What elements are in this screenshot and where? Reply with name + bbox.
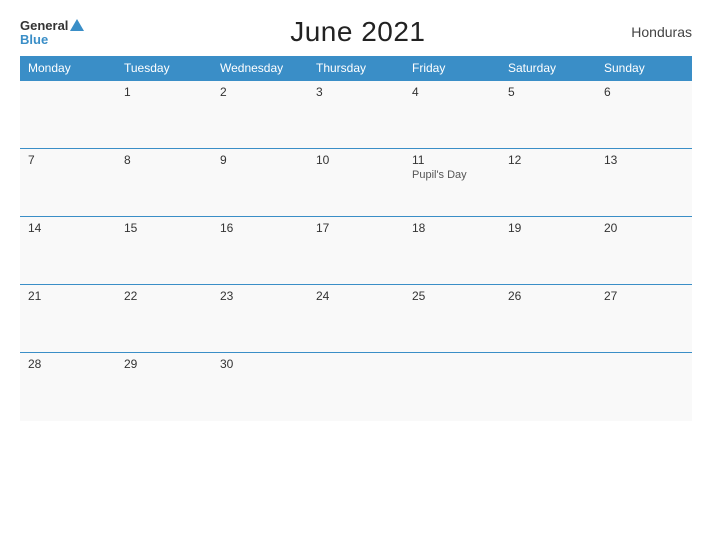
cell-date: 11	[412, 153, 492, 167]
day-header-thursday: Thursday	[308, 56, 404, 81]
calendar-cell: 12	[500, 149, 596, 217]
day-header-saturday: Saturday	[500, 56, 596, 81]
cell-date: 26	[508, 289, 588, 303]
cell-date: 27	[604, 289, 684, 303]
cell-date: 21	[28, 289, 108, 303]
calendar-cell: 15	[116, 217, 212, 285]
cell-date: 3	[316, 85, 396, 99]
calendar-cell: 7	[20, 149, 116, 217]
cell-date: 17	[316, 221, 396, 235]
cell-date: 28	[28, 357, 108, 371]
calendar-cell: 9	[212, 149, 308, 217]
day-header-friday: Friday	[404, 56, 500, 81]
calendar-cell	[308, 353, 404, 421]
calendar-cell: 11 Pupil's Day	[404, 149, 500, 217]
day-header-tuesday: Tuesday	[116, 56, 212, 81]
calendar-cell	[596, 353, 692, 421]
calendar-cell: 21	[20, 285, 116, 353]
cell-date: 14	[28, 221, 108, 235]
cell-date: 9	[220, 153, 300, 167]
cell-date: 22	[124, 289, 204, 303]
calendar-cell: 26	[500, 285, 596, 353]
calendar-cell	[404, 353, 500, 421]
calendar-cell: 8	[116, 149, 212, 217]
calendar-cell: 18	[404, 217, 500, 285]
day-header-monday: Monday	[20, 56, 116, 81]
cell-date: 6	[604, 85, 684, 99]
logo-triangle-icon	[70, 19, 84, 31]
cell-date: 20	[604, 221, 684, 235]
cell-date: 13	[604, 153, 684, 167]
cell-date: 15	[124, 221, 204, 235]
calendar-cell: 17	[308, 217, 404, 285]
cell-date: 29	[124, 357, 204, 371]
calendar-cell: 19	[500, 217, 596, 285]
cell-date: 18	[412, 221, 492, 235]
cell-date: 24	[316, 289, 396, 303]
calendar-cell: 13	[596, 149, 692, 217]
calendar-week-4: 21 22 23 24 25 26 27	[20, 285, 692, 353]
calendar-cell: 23	[212, 285, 308, 353]
calendar-cell: 22	[116, 285, 212, 353]
calendar-cell: 24	[308, 285, 404, 353]
calendar-header-row: MondayTuesdayWednesdayThursdayFridaySatu…	[20, 56, 692, 81]
cell-date: 8	[124, 153, 204, 167]
cell-date: 30	[220, 357, 300, 371]
calendar-cell: 1	[116, 81, 212, 149]
cell-date: 4	[412, 85, 492, 99]
cell-event: Pupil's Day	[412, 169, 492, 181]
logo: General Blue	[20, 19, 84, 46]
calendar-cell: 20	[596, 217, 692, 285]
calendar-week-1: 1 2 3 4 5 6	[20, 81, 692, 149]
calendar-cell: 28	[20, 353, 116, 421]
calendar-cell: 3	[308, 81, 404, 149]
day-header-wednesday: Wednesday	[212, 56, 308, 81]
cell-date: 1	[124, 85, 204, 99]
cell-date: 10	[316, 153, 396, 167]
calendar-cell: 5	[500, 81, 596, 149]
cell-date: 25	[412, 289, 492, 303]
cell-date: 19	[508, 221, 588, 235]
calendar-cell: 30	[212, 353, 308, 421]
calendar-cell: 16	[212, 217, 308, 285]
logo-blue-text: Blue	[20, 33, 48, 46]
cell-date: 5	[508, 85, 588, 99]
calendar-cell: 4	[404, 81, 500, 149]
calendar-cell: 6	[596, 81, 692, 149]
page-header: General Blue June 2021 Honduras	[20, 16, 692, 48]
cell-date: 2	[220, 85, 300, 99]
calendar-week-2: 7 8 9 10 11 Pupil's Day 12 13	[20, 149, 692, 217]
calendar-cell	[20, 81, 116, 149]
calendar-cell: 14	[20, 217, 116, 285]
calendar-table: MondayTuesdayWednesdayThursdayFridaySatu…	[20, 56, 692, 421]
calendar-week-5: 28 29 30	[20, 353, 692, 421]
calendar-cell: 2	[212, 81, 308, 149]
cell-date: 12	[508, 153, 588, 167]
cell-date: 16	[220, 221, 300, 235]
logo-general-text: General	[20, 19, 68, 32]
country-label: Honduras	[631, 24, 692, 40]
day-header-sunday: Sunday	[596, 56, 692, 81]
cell-date: 7	[28, 153, 108, 167]
cell-date: 23	[220, 289, 300, 303]
calendar-cell: 29	[116, 353, 212, 421]
calendar-cell	[500, 353, 596, 421]
calendar-cell: 10	[308, 149, 404, 217]
calendar-week-3: 14 15 16 17 18 19 20	[20, 217, 692, 285]
calendar-title: June 2021	[290, 16, 425, 48]
calendar-cell: 27	[596, 285, 692, 353]
calendar-cell: 25	[404, 285, 500, 353]
